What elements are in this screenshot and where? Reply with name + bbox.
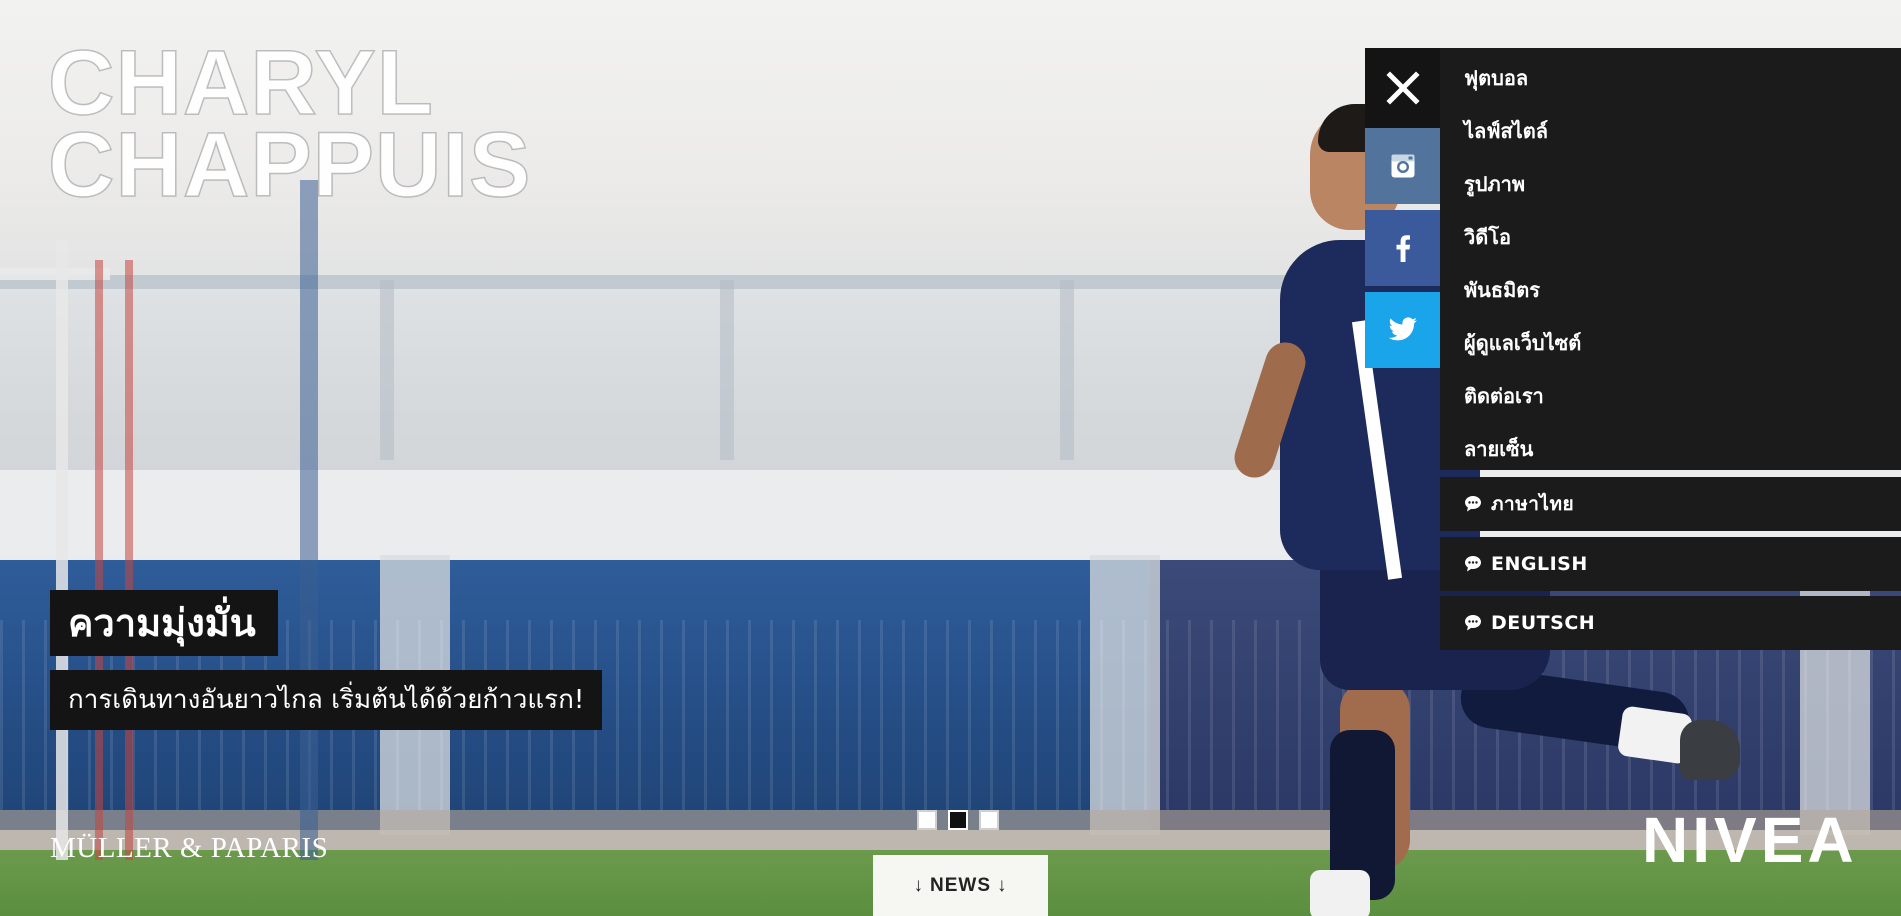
hero-subline: การเดินทางอันยาวไกล เริ่มต้นได้ด้วยก้าวแ… bbox=[50, 670, 603, 730]
menu-item-lifestyle[interactable]: ไลฟ์สไตล์ bbox=[1440, 105, 1901, 158]
slider-dot-1[interactable] bbox=[917, 810, 937, 830]
sponsor-logo-nivea[interactable]: NIVEA bbox=[1642, 808, 1858, 872]
railing-post bbox=[380, 280, 394, 460]
goal-net bbox=[95, 260, 103, 860]
twitter-button[interactable] bbox=[1365, 292, 1440, 368]
menu-item-webmaster[interactable]: ผู้ดูแลเว็บไซต์ bbox=[1440, 317, 1901, 370]
close-icon bbox=[1385, 71, 1420, 105]
goal-post bbox=[56, 240, 68, 860]
news-tab-label: NEWS bbox=[930, 874, 991, 896]
speech-bubble-icon bbox=[1465, 556, 1481, 572]
twitter-icon bbox=[1388, 317, 1417, 341]
facebook-button[interactable] bbox=[1365, 210, 1440, 286]
athlete-name: CHARYL CHAPPUIS bbox=[47, 32, 648, 216]
railing-post bbox=[1060, 280, 1074, 460]
slider-dot-2-active[interactable] bbox=[948, 810, 968, 830]
speech-bubble-icon bbox=[1465, 615, 1481, 631]
menu-item-football[interactable]: ฟุตบอล bbox=[1440, 52, 1901, 105]
language-english[interactable]: ENGLISH bbox=[1440, 537, 1901, 591]
language-label: DEUTSCH bbox=[1491, 612, 1596, 634]
arrow-down-icon: ↓ bbox=[997, 874, 1008, 896]
language-label: ENGLISH bbox=[1491, 553, 1588, 575]
sponsor-logo-muller-paparis[interactable]: MÜLLER & PAPARIS bbox=[50, 832, 328, 865]
language-thai[interactable]: ภาษาไทย bbox=[1440, 477, 1901, 531]
menu-item-autograph[interactable]: ลายเซ็น bbox=[1440, 423, 1901, 476]
speech-bubble-icon bbox=[1465, 496, 1481, 512]
close-menu-button[interactable] bbox=[1365, 48, 1440, 128]
main-menu: ฟุตบอล ไลฟ์สไตล์ รูปภาพ วิดีโอ พันธมิตร … bbox=[1440, 48, 1901, 470]
hero-tagline: ความมุ่งมั่น bbox=[50, 590, 278, 656]
goal-net bbox=[125, 260, 133, 860]
slider-pagination bbox=[917, 810, 999, 830]
athlete-last-name: CHAPPUIS bbox=[47, 114, 532, 216]
language-german[interactable]: DEUTSCH bbox=[1440, 596, 1901, 650]
menu-item-contact[interactable]: ติดต่อเรา bbox=[1440, 370, 1901, 423]
goal-crossbar bbox=[0, 268, 110, 280]
facebook-icon bbox=[1396, 235, 1410, 262]
athlete-first-name: CHARYL bbox=[47, 32, 434, 134]
language-label: ภาษาไทย bbox=[1491, 493, 1575, 515]
menu-item-partners[interactable]: พันธมิตร bbox=[1440, 264, 1901, 317]
menu-item-videos[interactable]: วิดีโอ bbox=[1440, 211, 1901, 264]
arrow-down-icon: ↓ bbox=[913, 874, 924, 896]
news-tab-button[interactable]: ↓ NEWS ↓ bbox=[873, 855, 1048, 916]
railing-post bbox=[720, 280, 734, 460]
menu-item-photos[interactable]: รูปภาพ bbox=[1440, 158, 1901, 211]
instagram-icon bbox=[1391, 154, 1414, 178]
floodlight-pole bbox=[300, 180, 318, 860]
instagram-button[interactable] bbox=[1365, 128, 1440, 204]
slider-dot-3[interactable] bbox=[979, 810, 999, 830]
